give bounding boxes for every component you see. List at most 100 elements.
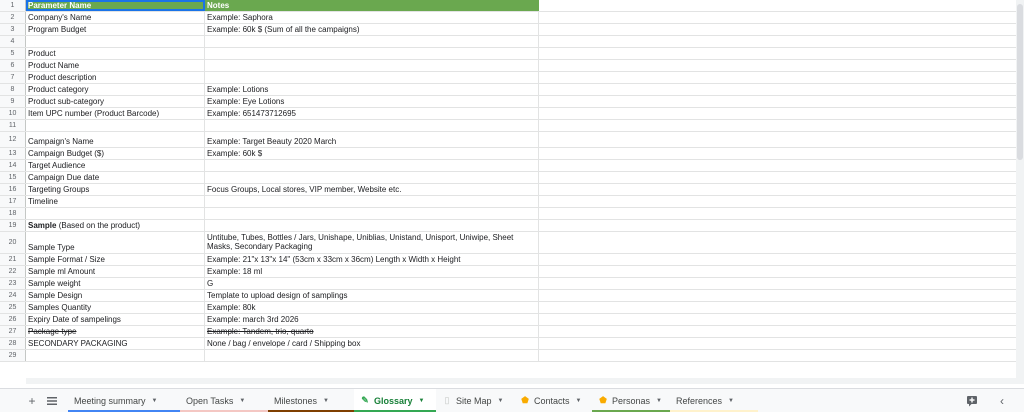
row-number[interactable]: 19 (0, 220, 26, 231)
notes-cell[interactable]: Example: 21"x 13"x 14" (53cm x 33cm x 36… (205, 254, 539, 265)
parameter-cell[interactable] (26, 350, 205, 361)
empty-cells[interactable] (539, 72, 1016, 83)
notes-cell[interactable]: Example: Target Beauty 2020 March (205, 132, 539, 147)
notes-cell[interactable] (205, 160, 539, 171)
notes-cell[interactable] (205, 172, 539, 183)
parameter-cell[interactable]: Product category (26, 84, 205, 95)
parameter-cell[interactable]: Company's Name (26, 12, 205, 23)
row-number[interactable]: 4 (0, 36, 26, 47)
row-number[interactable]: 22 (0, 266, 26, 277)
notes-cell[interactable]: G (205, 278, 539, 289)
parameter-cell[interactable]: Program Budget (26, 24, 205, 35)
notes-cell[interactable]: None / bag / envelope / card / Shipping … (205, 338, 539, 349)
empty-cells[interactable] (539, 338, 1016, 349)
empty-cells[interactable] (539, 96, 1016, 107)
tab-milestones[interactable]: Milestones ▼ (268, 389, 354, 412)
chevron-down-icon[interactable]: ▼ (498, 398, 504, 404)
notes-cell[interactable]: Example: Tandem, trio, quarto (205, 326, 539, 337)
notes-cell[interactable]: Example: 60k $ (205, 148, 539, 159)
parameter-cell[interactable]: Campaign Due date (26, 172, 205, 183)
tab-glossary[interactable]: ✎ Glossary ▼ (354, 388, 436, 412)
parameter-cell[interactable]: Product Name (26, 60, 205, 71)
row-number[interactable]: 7 (0, 72, 26, 83)
parameter-cell[interactable]: Targeting Groups (26, 184, 205, 195)
parameter-cell[interactable]: Product (26, 48, 205, 59)
notes-cell[interactable]: Template to upload design of samplings (205, 290, 539, 301)
empty-cells[interactable] (539, 24, 1016, 35)
empty-cells[interactable] (539, 302, 1016, 313)
parameter-cell[interactable]: Package type (26, 326, 205, 337)
row-number[interactable]: 17 (0, 196, 26, 207)
empty-cells[interactable] (539, 350, 1016, 361)
empty-cells[interactable] (539, 12, 1016, 23)
row-number[interactable]: 27 (0, 326, 26, 337)
header-cell-notes[interactable]: Notes (205, 0, 539, 11)
parameter-cell[interactable]: Sample Design (26, 290, 205, 301)
empty-cells[interactable] (539, 36, 1016, 47)
row-number[interactable]: 28 (0, 338, 26, 349)
empty-cells[interactable] (539, 290, 1016, 301)
empty-cells[interactable] (539, 108, 1016, 119)
notes-cell[interactable]: Untitube, Tubes, Bottles / Jars, Unishap… (205, 232, 539, 253)
empty-cells[interactable] (539, 172, 1016, 183)
row-number[interactable]: 29 (0, 350, 26, 361)
empty-cells[interactable] (539, 196, 1016, 207)
tab-open-tasks[interactable]: Open Tasks ▼ (180, 389, 268, 412)
empty-cells[interactable] (539, 278, 1016, 289)
collapse-panel-button[interactable]: ‹ (992, 391, 1012, 411)
parameter-cell[interactable]: Sample weight (26, 278, 205, 289)
horizontal-scrollbar[interactable] (26, 378, 1016, 384)
notes-cell[interactable]: Example: Lotions (205, 84, 539, 95)
parameter-cell[interactable]: Sample Type (26, 232, 205, 253)
parameter-cell[interactable]: Sample ml Amount (26, 266, 205, 277)
chevron-down-icon[interactable]: ▼ (656, 398, 662, 404)
parameter-cell[interactable]: Product description (26, 72, 205, 83)
parameter-cell[interactable]: Sample (Based on the product) (26, 220, 205, 231)
chevron-down-icon[interactable]: ▼ (419, 398, 425, 404)
vertical-scrollbar[interactable] (1016, 0, 1024, 384)
notes-cell[interactable]: Example: march 3rd 2026 (205, 314, 539, 325)
row-number[interactable]: 15 (0, 172, 26, 183)
empty-cells[interactable] (539, 148, 1016, 159)
all-sheets-button[interactable] (42, 391, 62, 411)
parameter-cell[interactable]: Expiry Date of sampelings (26, 314, 205, 325)
row-number[interactable]: 21 (0, 254, 26, 265)
row-number[interactable]: 2 (0, 12, 26, 23)
tab-meeting-summary[interactable]: Meeting summary ▼ (68, 389, 180, 412)
parameter-cell[interactable] (26, 120, 205, 131)
vertical-scrollbar-thumb[interactable] (1017, 4, 1023, 160)
row-number[interactable]: 20 (0, 232, 26, 253)
row-number[interactable]: 13 (0, 148, 26, 159)
row-number[interactable]: 1 (0, 0, 26, 11)
parameter-cell[interactable]: Campaign's Name (26, 132, 205, 147)
parameter-cell[interactable]: Samples Quantity (26, 302, 205, 313)
row-number[interactable]: 11 (0, 120, 26, 131)
header-cell-parameter-name[interactable]: Parameter Name (26, 0, 205, 11)
parameter-cell[interactable]: Timeline (26, 196, 205, 207)
notes-cell[interactable] (205, 36, 539, 47)
empty-cells[interactable] (539, 184, 1016, 195)
empty-cells[interactable] (539, 254, 1016, 265)
empty-cells[interactable] (539, 132, 1016, 147)
parameter-cell[interactable] (26, 208, 205, 219)
row-number[interactable]: 25 (0, 302, 26, 313)
empty-cells[interactable] (539, 326, 1016, 337)
parameter-cell[interactable]: SECONDARY PACKAGING (26, 338, 205, 349)
row-number[interactable]: 14 (0, 160, 26, 171)
chevron-down-icon[interactable]: ▼ (152, 398, 158, 404)
notes-cell[interactable]: Example: 60k $ (Sum of all the campaigns… (205, 24, 539, 35)
chevron-down-icon[interactable]: ▼ (323, 398, 329, 404)
parameter-cell[interactable]: Item UPC number (Product Barcode) (26, 108, 205, 119)
chevron-down-icon[interactable]: ▼ (239, 398, 245, 404)
tab-references[interactable]: References ▼ (670, 389, 758, 412)
row-number[interactable]: 26 (0, 314, 26, 325)
row-number[interactable]: 23 (0, 278, 26, 289)
row-number[interactable]: 12 (0, 132, 26, 147)
empty-cells[interactable] (539, 60, 1016, 71)
notes-cell[interactable] (205, 60, 539, 71)
notes-cell[interactable] (205, 208, 539, 219)
notes-cell[interactable] (205, 350, 539, 361)
notes-cell[interactable]: Example: Saphora (205, 12, 539, 23)
empty-cells[interactable] (539, 48, 1016, 59)
parameter-cell[interactable]: Campaign Budget ($) (26, 148, 205, 159)
